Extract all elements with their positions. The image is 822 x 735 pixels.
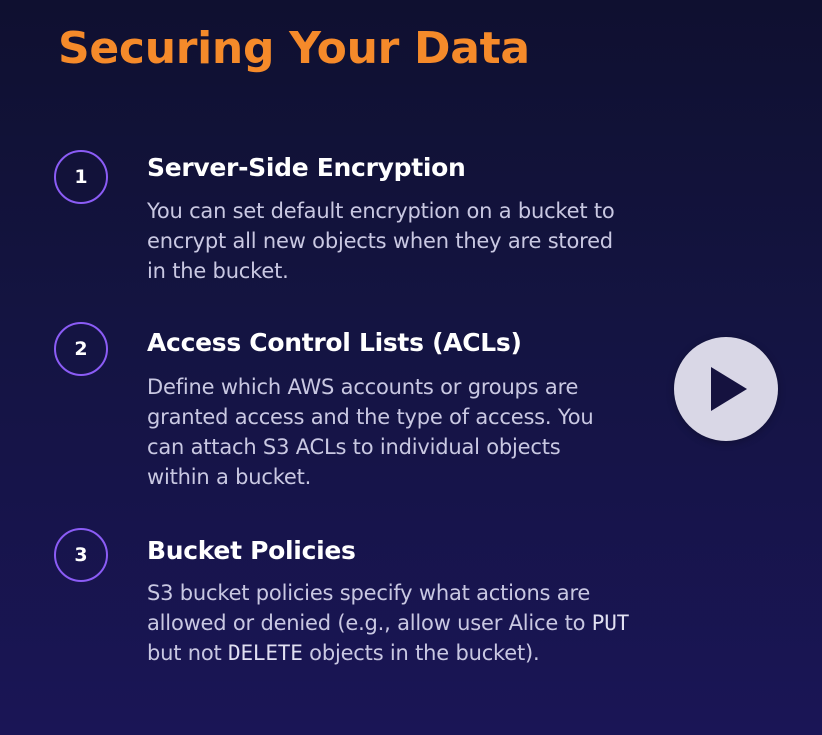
play-icon [711,367,747,411]
description-line: in the bucket. [147,259,289,283]
description-line: encrypt all new objects when they are st… [147,229,613,253]
item-description: You can set default encryption on a buck… [147,196,615,286]
step-number-badge: 3 [54,528,108,582]
item-heading: Server-Side Encryption [147,153,466,182]
slide-title: Securing Your Data [58,23,530,74]
description-line: but not [147,641,229,665]
description-line: You can set default encryption on a buck… [147,199,615,223]
description-line: allowed or denied (e.g., allow user Alic… [147,611,592,635]
code-delete: DELETE [228,641,303,665]
description-line: Define which AWS accounts or groups are [147,375,579,399]
description-line: can attach S3 ACLs to individual objects [147,435,561,459]
item-description: S3 bucket policies specify what actions … [147,578,629,668]
item-heading: Access Control Lists (ACLs) [147,328,522,357]
play-button[interactable] [674,337,778,441]
step-number-badge: 2 [54,322,108,376]
code-put: PUT [591,611,630,635]
description-line: granted access and the type of access. Y… [147,405,594,429]
item-description: Define which AWS accounts or groups are … [147,372,594,492]
step-number-badge: 1 [54,150,108,204]
item-heading: Bucket Policies [147,536,356,565]
description-line: within a bucket. [147,465,312,489]
slide: Securing Your Data 1 Server-Side Encrypt… [0,0,822,735]
description-line: S3 bucket policies specify what actions … [147,581,591,605]
description-line: objects in the bucket). [302,641,540,665]
